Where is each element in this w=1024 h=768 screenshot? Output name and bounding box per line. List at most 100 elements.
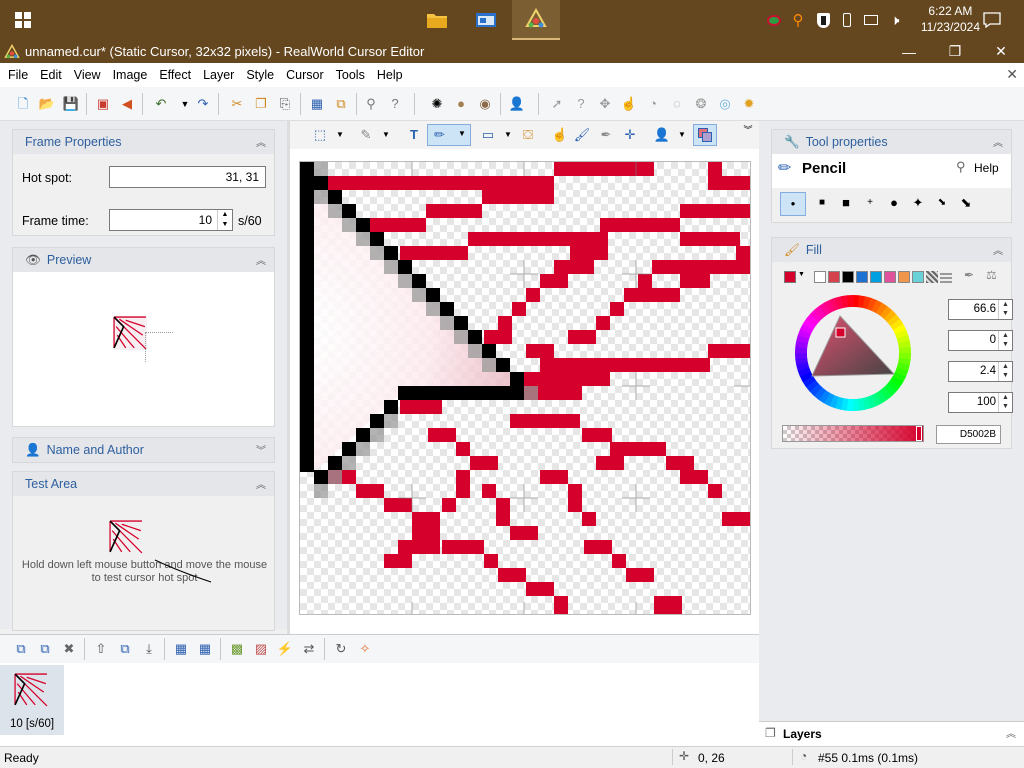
toolbar-overflow-icon[interactable]: ︾	[739, 121, 757, 139]
frame-time-spinner[interactable]: ▲ ▼	[217, 210, 232, 230]
value-spinner[interactable]: ▲ ▼	[998, 362, 1012, 381]
texture-icon[interactable]: ◉	[476, 95, 494, 113]
collapse-icon[interactable]: ︽	[256, 134, 266, 149]
alpha-input[interactable]: 100 ▲ ▼	[948, 392, 1013, 413]
context-help-icon[interactable]: ?	[386, 95, 404, 113]
brush-icon[interactable]: 🖌	[573, 126, 591, 144]
eyedropper-icon[interactable]: ✒	[597, 126, 615, 144]
alpha-slider[interactable]	[782, 425, 924, 442]
test-area-canvas[interactable]: Hold down left mouse button and move the…	[13, 496, 274, 630]
fill-header[interactable]: 🖌 Fill ︽	[772, 238, 1011, 262]
menu-layer[interactable]: Layer	[197, 68, 240, 82]
color-swatch[interactable]	[828, 271, 840, 283]
test-area-header[interactable]: Test Area ︽	[13, 472, 274, 496]
cursor-wait-icon[interactable]: ◌	[668, 95, 686, 113]
cut-icon[interactable]: ✂	[228, 95, 246, 113]
brush-size-3[interactable]: ■	[834, 192, 858, 216]
file-explorer-taskbar-button[interactable]	[418, 0, 456, 40]
save-icon[interactable]: 💾	[62, 95, 80, 113]
shape-dropdown-icon[interactable]: ▼	[499, 126, 517, 144]
frame-paste-icon[interactable]: ▦	[196, 640, 214, 658]
selection-dropdown-icon[interactable]: ▼	[331, 126, 349, 144]
help-icon[interactable]: ⚲	[956, 159, 966, 175]
menu-file[interactable]: File	[2, 68, 34, 82]
tray-defender-icon[interactable]	[812, 0, 834, 40]
pencil-tool-button[interactable]: ✏ ▼	[427, 124, 471, 146]
user-tool-icon[interactable]: 👤	[653, 126, 671, 144]
hue-spinner[interactable]: ▲ ▼	[998, 300, 1012, 319]
tray-network-icon[interactable]	[860, 0, 882, 40]
alpha-slider-handle[interactable]	[916, 426, 922, 441]
color-swatch[interactable]	[814, 271, 826, 283]
frame-clear-icon[interactable]: ▨	[252, 640, 270, 658]
text-tool-icon[interactable]: T	[405, 126, 423, 144]
import-icon[interactable]: ▣	[94, 95, 112, 113]
collapse-icon[interactable]: ︽	[256, 476, 266, 491]
tray-search-icon[interactable]: ⚲	[788, 0, 808, 40]
close-document-icon[interactable]: ✕	[1006, 66, 1018, 83]
menu-help[interactable]: Help	[371, 68, 409, 82]
color-swatch[interactable]	[842, 271, 854, 283]
collapse-icon[interactable]: ︽	[256, 252, 266, 267]
value-input[interactable]: 2.4 ▲ ▼	[948, 361, 1013, 382]
swatch-settings-icon[interactable]: ⚖	[986, 268, 997, 282]
color-swatch[interactable]	[884, 271, 896, 283]
undo-icon[interactable]: ↶	[152, 95, 170, 113]
saturation-input[interactable]: 0 ▲ ▼	[948, 330, 1013, 351]
window-app-taskbar-button[interactable]	[466, 0, 506, 40]
brush-size-1[interactable]: ●	[780, 192, 806, 216]
redo-icon[interactable]: ↷	[194, 95, 212, 113]
open-file-icon[interactable]: 📂	[38, 95, 56, 113]
zoom-icon[interactable]: ⚲	[362, 95, 380, 113]
color-picker-icon[interactable]: ☝	[551, 126, 569, 144]
current-color-dropdown-icon[interactable]: ▼	[798, 271, 805, 278]
collapse-icon[interactable]: ︽	[993, 242, 1003, 257]
tray-app-icon[interactable]	[764, 0, 784, 40]
swatch-eyedropper-icon[interactable]: ✒	[964, 268, 974, 282]
move-up-icon[interactable]: ⇧	[92, 640, 110, 658]
pixel-canvas[interactable]	[299, 161, 751, 615]
tray-usb-icon[interactable]	[838, 0, 856, 40]
select-all-icon[interactable]: ▦	[308, 95, 326, 113]
brush-size-7[interactable]: ⬊	[930, 192, 954, 216]
cursor-busy-icon[interactable]: ◔	[644, 95, 662, 113]
add-frame-icon[interactable]: ⧉	[12, 640, 30, 658]
frame-refresh-icon[interactable]: ↻	[332, 640, 350, 658]
frame-time-input[interactable]: 10 ▲ ▼	[109, 209, 233, 231]
frame-swap-icon[interactable]: ⇄	[300, 640, 318, 658]
copy-icon[interactable]: ❐	[252, 95, 270, 113]
menu-image[interactable]: Image	[107, 68, 154, 82]
alpha-spinner[interactable]: ▲ ▼	[998, 393, 1012, 412]
paste-icon[interactable]: ⎘	[276, 95, 294, 113]
tray-volume-icon[interactable]: 🕨	[884, 0, 906, 40]
hotspot-tool-icon[interactable]: ✛	[621, 126, 639, 144]
insert-frame-icon[interactable]: ⧉	[36, 640, 54, 658]
notification-center-button[interactable]	[978, 0, 1006, 40]
menu-tools[interactable]: Tools	[330, 68, 371, 82]
import-frame-icon[interactable]: ⧉	[116, 640, 134, 658]
wand-dropdown-icon[interactable]: ▼	[377, 126, 395, 144]
hotspot-input[interactable]: 31, 31	[109, 166, 266, 188]
color-wheel[interactable]	[794, 294, 912, 412]
frame-layer-icon[interactable]: ▩	[228, 640, 246, 658]
brush-size-4[interactable]: +	[858, 192, 882, 216]
start-button[interactable]	[0, 0, 46, 40]
author-icon[interactable]: 👤	[508, 95, 526, 113]
menu-style[interactable]: Style	[240, 68, 280, 82]
color-swatch[interactable]	[856, 271, 868, 283]
hex-input[interactable]: D5002B	[936, 425, 1001, 444]
cursor-circle-icon[interactable]: ◎	[716, 95, 734, 113]
color-swatch[interactable]	[898, 271, 910, 283]
brush-size-2[interactable]: ■	[810, 192, 834, 216]
magic-wand-icon[interactable]: ✎	[357, 126, 375, 144]
swatch-pattern[interactable]	[926, 271, 938, 283]
frame-properties-header[interactable]: Frame Properties ︽	[13, 130, 274, 154]
hue-ring-segment[interactable]	[795, 351, 808, 360]
fill-bucket-icon[interactable]: ⛋	[519, 126, 537, 144]
cursor-animated-icon[interactable]: ✹	[740, 95, 758, 113]
undo-dropdown-icon[interactable]: ▼	[176, 95, 194, 113]
color-swatch[interactable]	[870, 271, 882, 283]
export-icon[interactable]: ◀	[118, 95, 136, 113]
tool-properties-header[interactable]: 🔧 Tool properties ︽	[772, 130, 1011, 154]
current-color-swatch[interactable]	[784, 271, 796, 283]
